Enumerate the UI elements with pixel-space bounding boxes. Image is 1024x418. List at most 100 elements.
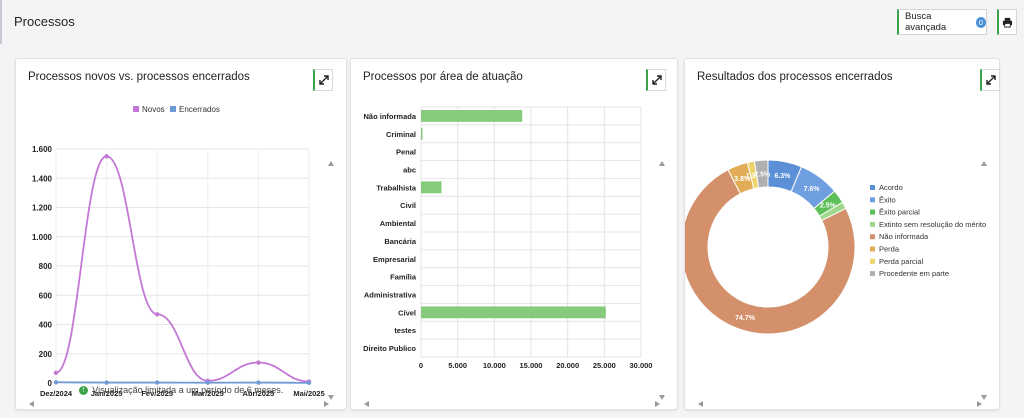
y-tick-label: 1.400: [32, 174, 53, 183]
category-label: abc: [403, 166, 416, 175]
scroll-right-icon: [324, 401, 329, 407]
expand-button[interactable]: [980, 69, 1000, 91]
data-point: [155, 312, 160, 317]
scroll-down-icon: [659, 395, 665, 400]
legend-label: Procedente em parte: [879, 269, 949, 278]
scroll-up-icon: [328, 161, 334, 166]
category-label: testes: [394, 326, 416, 335]
series-line-novos: [55, 155, 310, 383]
bar-criminal: [421, 127, 423, 140]
bar-cível: [421, 306, 606, 319]
data-point: [53, 370, 59, 375]
y-tick-label: 400: [39, 321, 53, 330]
legend-swatch: [170, 106, 176, 112]
legend-swatch: [870, 197, 875, 203]
category-label: Cível: [398, 308, 416, 317]
bar-trabalhista: [421, 181, 442, 194]
scroll-right-icon: [977, 401, 982, 407]
series-line-encerrados: [55, 381, 310, 384]
legend-label: Perda parcial: [879, 257, 924, 266]
legend-label: Não informada: [879, 232, 929, 241]
resultados-card: Resultados dos processos encerrados 6.3%…: [684, 58, 1000, 410]
legend-swatch: [870, 271, 875, 277]
x-tick-label: 5.000: [448, 361, 467, 370]
x-tick-label: 15.000: [520, 361, 543, 370]
y-tick-label: 1.000: [32, 233, 53, 242]
expand-button[interactable]: [646, 69, 666, 91]
category-label: Família: [390, 273, 417, 282]
category-label: Empresarial: [373, 255, 416, 264]
scroll-up-icon: [659, 161, 665, 166]
line-chart: Novos Encerrados02004006008001.0001.2001.…: [29, 105, 334, 407]
legend-label: Êxito: [879, 195, 896, 204]
slice-label: 74.7%: [735, 315, 756, 322]
novos-vs-encerrados-title: Processos novos vs. processos encerrados: [28, 71, 250, 83]
category-label: Bancária: [384, 237, 417, 246]
donut-chart: 6.3%7.6%2.5%74.7%3.8%1.3%2.5%AcordoÊxito…: [685, 159, 987, 407]
y-tick-label: 200: [39, 350, 53, 359]
novos-vs-encerrados-card: Processos novos vs. processos encerrados…: [15, 58, 347, 410]
category-label: Trabalhista: [376, 183, 416, 192]
x-tick-label: 10.000: [483, 361, 506, 370]
expand-button[interactable]: [313, 69, 333, 91]
category-label: Não informada: [363, 112, 416, 121]
printer-icon: [1002, 17, 1013, 28]
data-point: [104, 154, 109, 159]
legend-label: Novos: [142, 105, 165, 114]
scroll-left-icon: [29, 401, 34, 407]
advanced-search-button[interactable]: Busca avançada 0: [897, 9, 987, 35]
y-tick-label: 1.600: [32, 145, 53, 154]
legend-swatch: [870, 221, 875, 227]
category-label: Criminal: [386, 130, 416, 139]
y-tick-label: 1.200: [32, 204, 53, 213]
legend-swatch: [870, 258, 875, 264]
legend-label: Extinto sem resolução do mérito: [879, 220, 986, 229]
scroll-left-icon: [364, 401, 369, 407]
legend-swatch: [133, 106, 139, 112]
scroll-right-icon: [655, 401, 660, 407]
scroll-down-icon: [981, 395, 987, 400]
bar-chart: 0 5.000 10.000 15.000 20.000 25.000 30.000 Não …: [363, 106, 665, 407]
expand-icon: [318, 75, 329, 85]
info-icon: !: [78, 386, 88, 396]
y-tick-label: 800: [39, 262, 53, 271]
legend-label: Êxito parcial: [879, 208, 920, 217]
data-point: [256, 360, 261, 365]
x-tick-label: 0: [419, 361, 423, 370]
advanced-search-label: Busca avançada: [905, 11, 947, 33]
legend-swatch: [870, 234, 875, 240]
y-tick-label: 600: [39, 291, 53, 300]
resultados-title: Resultados dos processos encerrados: [697, 71, 893, 83]
legend-label: Encerrados: [179, 105, 220, 114]
slice-label: 7.6%: [804, 186, 821, 193]
legend-swatch: [870, 209, 875, 215]
period-note: ! Visualização limitada a um período de …: [16, 385, 346, 396]
x-tick-label: 30.000: [630, 361, 653, 370]
category-label: Civil: [400, 201, 416, 210]
print-button[interactable]: [997, 9, 1017, 35]
area-atuacao-card: Processos por área de atuação 0 5.000 10.0…: [350, 58, 678, 410]
scroll-down-icon: [328, 395, 334, 400]
expand-icon: [651, 75, 662, 85]
slice-label: 2.5%: [754, 172, 771, 179]
legend-swatch: [870, 246, 875, 252]
category-label: Administrativa: [364, 291, 417, 300]
x-tick-label: 20.000: [556, 361, 579, 370]
legend-label: Perda: [879, 245, 900, 254]
category-label: Penal: [396, 148, 416, 157]
scroll-left-icon: [698, 401, 703, 407]
period-note-text: Visualização limitada a um período de 6 …: [92, 385, 284, 395]
expand-icon: [985, 75, 996, 85]
area-atuacao-title: Processos por área de atuação: [363, 71, 523, 83]
data-point: [53, 380, 59, 385]
category-label: Ambiental: [380, 219, 416, 228]
scroll-up-icon: [981, 161, 987, 166]
legend-label: Acordo: [879, 183, 903, 192]
filter-count-badge: 0: [975, 16, 986, 28]
page-title: Processos: [14, 14, 75, 29]
page-header: Processos Busca avançada 0: [0, 0, 1024, 44]
bar-não-informada: [421, 110, 523, 122]
category-label: Direito Publico: [363, 344, 416, 353]
legend-swatch: [870, 185, 875, 190]
x-tick-label: 25.000: [593, 361, 616, 370]
